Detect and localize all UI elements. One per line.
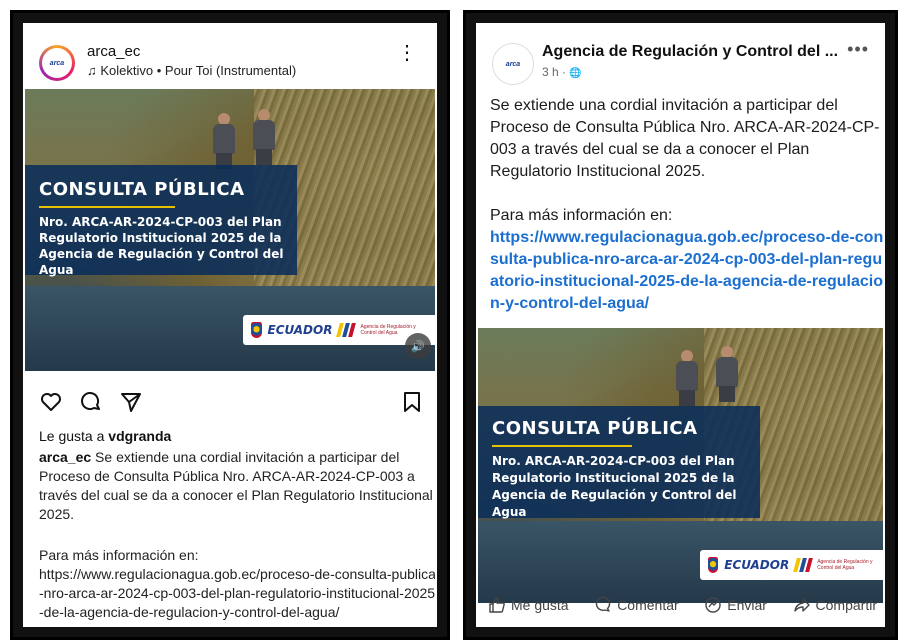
- fb-link[interactable]: https://www.regulacionagua.gob.ec/proces…: [490, 227, 883, 315]
- bookmark-icon[interactable]: [401, 390, 423, 414]
- music-note-icon: ♫: [87, 63, 97, 78]
- instagram-post-frame: arca arca_ec ♫ Kolektivo • Pour Toi (Ins…: [10, 10, 450, 640]
- messenger-icon: [705, 597, 721, 613]
- more-options-icon[interactable]: ⋮: [397, 43, 417, 63]
- fb-page-name[interactable]: Agencia de Regulación y Control del ...: [542, 43, 838, 61]
- fb-post-image[interactable]: CONSULTA PÚBLICA Nro. ARCA-AR-2024-CP-00…: [478, 328, 883, 603]
- banner-underline: [492, 445, 632, 447]
- ig-post-header: arca arca_ec ♫ Kolektivo • Pour Toi (Ins…: [39, 39, 425, 95]
- facebook-post-frame: arca Agencia de Regulación y Control del…: [463, 10, 898, 640]
- fb-post-text: Se extiende una cordial invitación a par…: [490, 97, 880, 180]
- fb-more-info: Para más información en: https://www.reg…: [490, 205, 883, 315]
- coat-of-arms-icon: [251, 322, 262, 338]
- send-button[interactable]: Enviar: [704, 596, 767, 614]
- coat-of-arms-icon: [708, 557, 719, 573]
- instagram-post: arca arca_ec ♫ Kolektivo • Pour Toi (Ins…: [23, 23, 437, 627]
- ig-likes[interactable]: Le gusta a vdgranda: [39, 428, 171, 444]
- ig-post-image[interactable]: CONSULTA PÚBLICA Nro. ARCA-AR-2024-CP-00…: [25, 89, 435, 371]
- share-arrow-icon: [793, 598, 810, 612]
- fb-page-avatar[interactable]: arca: [492, 43, 534, 85]
- comment-icon: [595, 596, 611, 612]
- like-button[interactable]: Me gusta: [488, 596, 569, 614]
- share-button[interactable]: Compartir: [793, 596, 877, 614]
- comment-icon[interactable]: [79, 390, 103, 414]
- flag-stripes: [793, 558, 814, 572]
- person-figure: [714, 346, 740, 402]
- ig-more-info: Para más información en: https://www.reg…: [39, 546, 435, 622]
- consulta-banner: CONSULTA PÚBLICA Nro. ARCA-AR-2024-CP-00…: [25, 165, 297, 277]
- thumbs-up-icon: [489, 597, 505, 613]
- more-options-icon[interactable]: •••: [847, 39, 869, 60]
- sound-icon[interactable]: 🔊: [405, 333, 431, 359]
- banner-underline: [39, 206, 175, 208]
- ig-avatar[interactable]: arca: [39, 45, 75, 81]
- banner-title: CONSULTA PÚBLICA: [39, 179, 245, 200]
- ig-action-bar: [39, 390, 423, 420]
- ig-music-line[interactable]: ♫ Kolektivo • Pour Toi (Instrumental): [87, 63, 296, 78]
- ig-link[interactable]: https://www.regulacionagua.gob.ec/proces…: [39, 565, 435, 622]
- heart-icon[interactable]: [39, 390, 63, 414]
- facebook-post: arca Agencia de Regulación y Control del…: [476, 23, 885, 627]
- ecuador-logo: ECUADOR Agencia de Regulación y Control …: [700, 550, 883, 580]
- consulta-banner: CONSULTA PÚBLICA Nro. ARCA-AR-2024-CP-00…: [478, 406, 760, 519]
- flag-stripes: [336, 323, 357, 337]
- share-icon[interactable]: [119, 390, 143, 414]
- ig-caption: arca_ec Se extiende una cordial invitaci…: [39, 449, 433, 522]
- banner-subtitle: Nro. ARCA-AR-2024-CP-003 del Plan Regula…: [39, 215, 284, 277]
- globe-icon: 🌐: [569, 68, 582, 79]
- banner-subtitle: Nro. ARCA-AR-2024-CP-003 del Plan Regula…: [492, 454, 737, 519]
- ig-username[interactable]: arca_ec: [87, 43, 140, 60]
- person-figure: [251, 109, 277, 165]
- person-figure: [211, 113, 237, 169]
- banner-title: CONSULTA PÚBLICA: [492, 418, 698, 439]
- person-figure: [674, 350, 700, 406]
- comment-button[interactable]: Comentar: [594, 596, 679, 614]
- fb-timestamp[interactable]: 3 h · 🌐: [542, 65, 582, 79]
- fb-action-bar: Me gusta Comentar Enviar Compartir: [488, 591, 877, 619]
